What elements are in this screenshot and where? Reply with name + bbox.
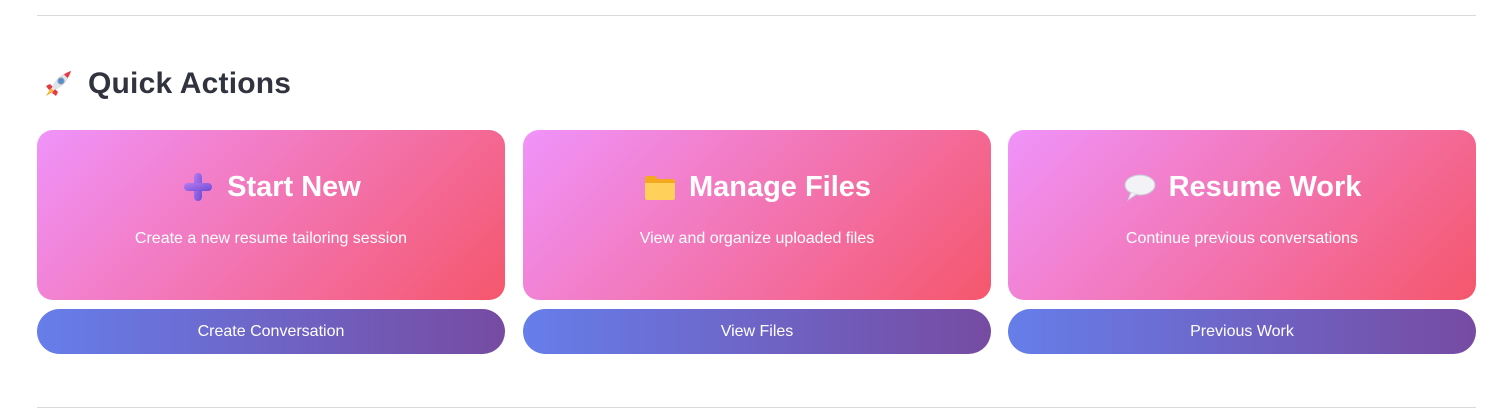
card-description: Continue previous conversations bbox=[1125, 230, 1359, 247]
folder-icon bbox=[643, 170, 677, 204]
section-heading: Quick Actions bbox=[40, 64, 291, 104]
create-conversation-button[interactable]: Create Conversation bbox=[37, 309, 505, 354]
card-description: Create a new resume tailoring session bbox=[134, 230, 408, 247]
bottom-divider bbox=[37, 407, 1476, 408]
resume-work-card: Resume Work Continue previous conversati… bbox=[1008, 130, 1476, 300]
start-new-card: Start New Create a new resume tailoring … bbox=[37, 130, 505, 300]
top-divider bbox=[37, 15, 1476, 16]
card-title: Start New bbox=[227, 170, 361, 203]
card-title: Manage Files bbox=[688, 170, 872, 203]
plus-icon bbox=[181, 170, 215, 204]
quick-actions-page: Quick Actions Start New Create a new res… bbox=[0, 0, 1510, 410]
card-description: View and organize uploaded files bbox=[639, 230, 875, 247]
section-title: Quick Actions bbox=[88, 67, 292, 100]
card-title: Resume Work bbox=[1168, 170, 1362, 203]
card-heading: Manage Files bbox=[523, 170, 991, 204]
speech-bubble-icon bbox=[1123, 170, 1157, 204]
rocket-icon bbox=[40, 66, 76, 102]
view-files-button[interactable]: View Files bbox=[523, 309, 991, 354]
card-heading: Start New bbox=[37, 170, 505, 204]
previous-work-button[interactable]: Previous Work bbox=[1008, 309, 1476, 354]
card-heading: Resume Work bbox=[1008, 170, 1476, 204]
manage-files-card: Manage Files View and organize uploaded … bbox=[523, 130, 991, 300]
